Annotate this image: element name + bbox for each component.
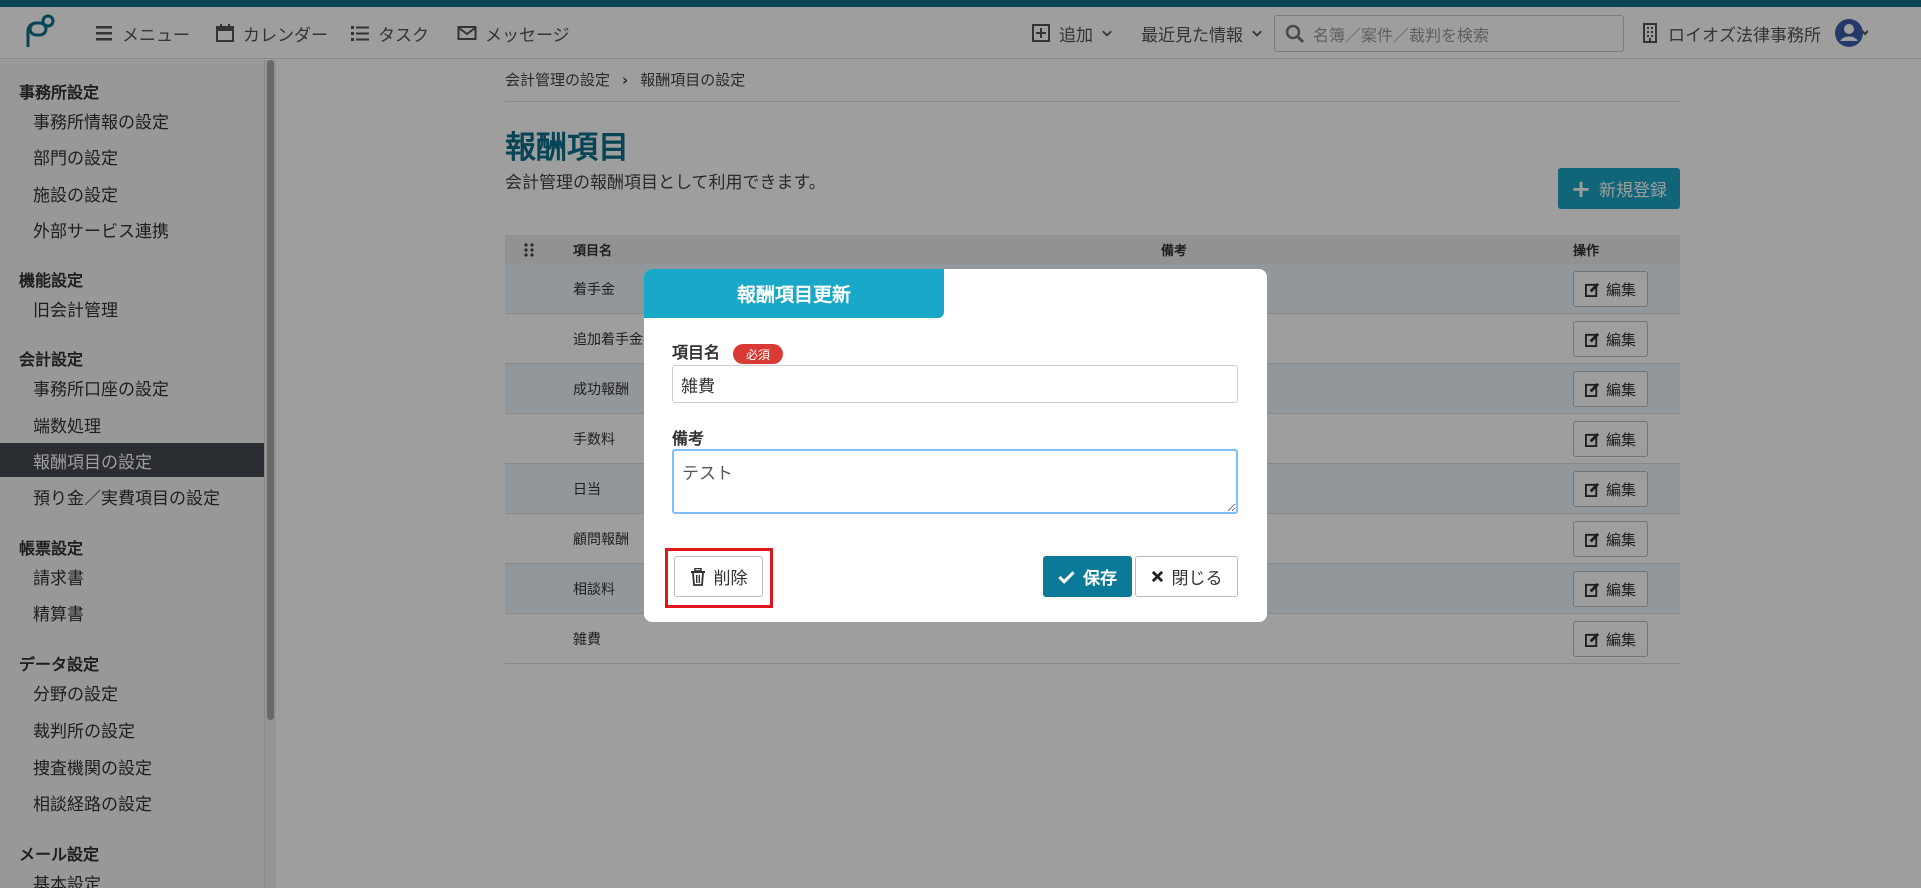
close-label: 閉じる [1171, 569, 1223, 589]
save-label: 保存 [1083, 569, 1117, 589]
modal-title: 報酬項目更新 [644, 269, 944, 318]
close-button[interactable]: 閉じる [1135, 556, 1238, 597]
delete-button[interactable]: 削除 [674, 556, 763, 597]
save-button[interactable]: 保存 [1043, 556, 1132, 597]
name-field-label: 項目名 [672, 343, 721, 362]
close-icon [1151, 570, 1163, 583]
trash-icon [690, 567, 705, 586]
check-icon [1058, 570, 1075, 584]
edit-fee-item-modal: 報酬項目更新 項目名 必須 備考 テスト 削除 保存 閉じる [644, 269, 1267, 622]
note-textarea[interactable]: テスト [672, 449, 1238, 514]
note-field-label: 備考 [672, 429, 705, 448]
required-badge: 必須 [733, 344, 783, 364]
delete-label: 削除 [713, 569, 748, 589]
item-name-input[interactable] [672, 365, 1238, 403]
